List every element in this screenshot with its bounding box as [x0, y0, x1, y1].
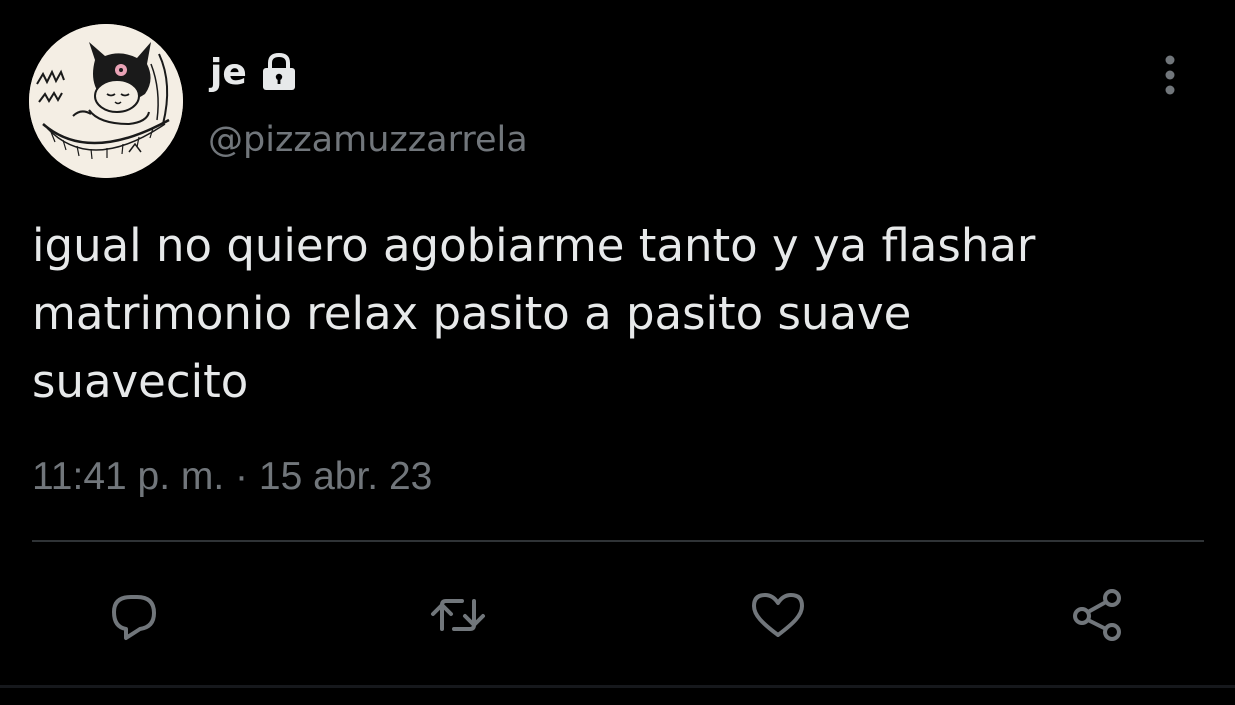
- tweet-timestamp[interactable]: 11:41 p. m. · 15 abr. 23: [32, 455, 432, 499]
- user-handle[interactable]: @pizzamuzzarrela: [208, 120, 528, 160]
- author-name-row[interactable]: je: [210, 48, 301, 96]
- more-options-button[interactable]: [1150, 52, 1190, 98]
- bottom-divider: [0, 685, 1235, 688]
- divider: [32, 540, 1204, 542]
- tweet-card: je @pizzamuzzarrela igual no quiero agob…: [0, 0, 1235, 705]
- kuromi-avatar-image: [29, 24, 183, 178]
- avatar[interactable]: [29, 24, 183, 178]
- reply-button[interactable]: [104, 585, 164, 645]
- heart-icon: [752, 593, 804, 637]
- lock-icon: [257, 52, 301, 92]
- share-button[interactable]: [1068, 585, 1128, 645]
- more-vertical-icon: [1165, 55, 1175, 95]
- display-name[interactable]: je: [210, 52, 247, 93]
- reply-icon: [112, 595, 156, 640]
- like-button[interactable]: [748, 585, 808, 645]
- share-icon: [1073, 589, 1121, 641]
- retweet-button[interactable]: [428, 585, 488, 645]
- tweet-text: igual no quiero agobiarme tanto y ya fla…: [32, 219, 1036, 408]
- retweet-icon: [431, 599, 485, 631]
